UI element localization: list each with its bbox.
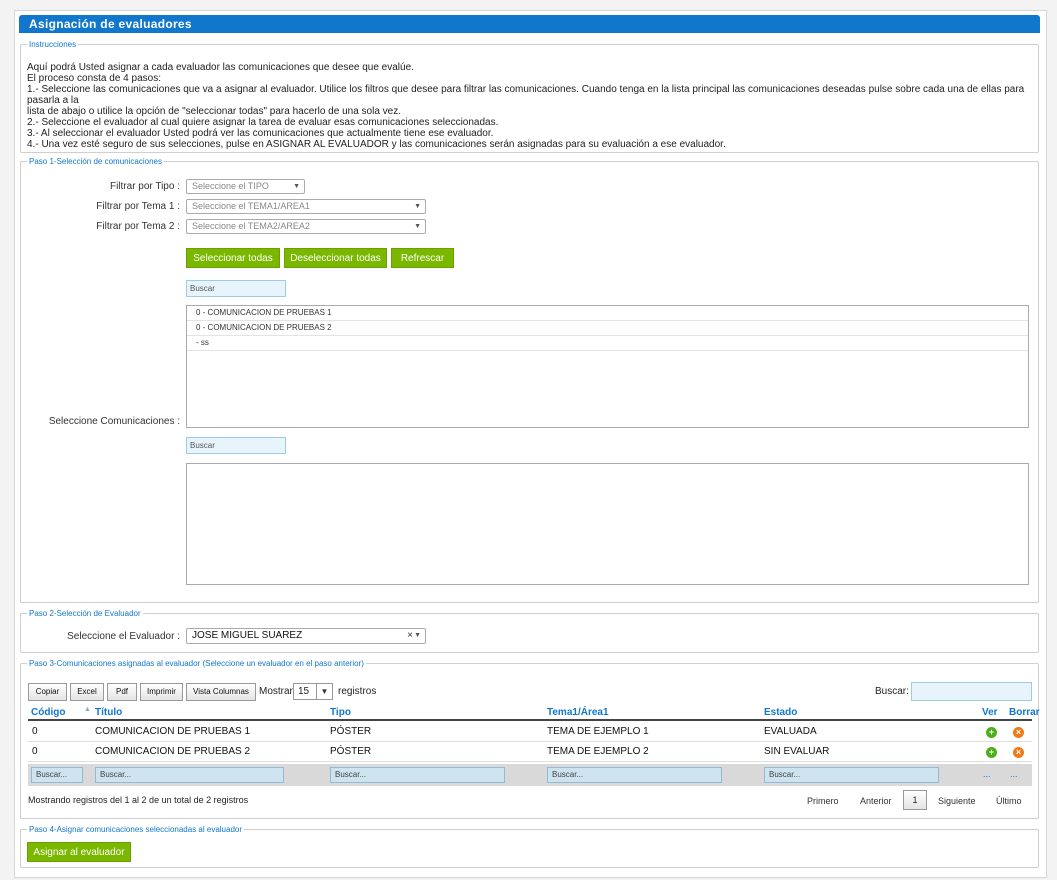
- cell-estado: EVALUADA: [764, 726, 817, 737]
- search-selected-input[interactable]: Buscar: [186, 437, 286, 454]
- evaluator-value: JOSE MIGUEL SUAREZ: [192, 630, 303, 641]
- filter-tipo-select[interactable]: Seleccione el TIPO ▼: [186, 179, 305, 194]
- filter-tema2-value: Seleccione el TEMA2/AREA2: [192, 221, 310, 231]
- table-info: Mostrando registros del 1 al 2 de un tot…: [28, 795, 249, 805]
- dropdown-arrow-icon: ▼: [414, 632, 421, 639]
- filter-tipo-input[interactable]: Buscar...: [330, 767, 505, 783]
- instruction-line: El proceso consta de 4 pasos:: [27, 73, 161, 84]
- assign-evaluator-button[interactable]: Asignar al evaluador: [27, 842, 131, 862]
- col-ver: Ver: [982, 707, 998, 718]
- cell-tema1: TEMA DE EJEMPLO 1: [547, 726, 649, 737]
- table-search-input[interactable]: [911, 682, 1032, 701]
- instruction-line: 4.- Una vez esté seguro de sus seleccion…: [27, 139, 726, 150]
- select-all-button[interactable]: Seleccionar todas: [186, 248, 280, 268]
- sort-asc-icon[interactable]: ▲: [84, 706, 91, 713]
- instruction-line: 2.- Seleccione el evaluador al cual quie…: [27, 117, 499, 128]
- page-size-value: 15: [298, 686, 310, 697]
- current-page-button[interactable]: 1: [903, 790, 927, 810]
- list-item[interactable]: 0 - COMUNICACION DE PRUEBAS 1: [187, 306, 1028, 321]
- filter-tema1-label: Filtrar por Tema 1 :: [96, 201, 180, 212]
- selected-communications-list[interactable]: [186, 463, 1029, 585]
- cell-tipo: PÓSTER: [330, 726, 372, 737]
- print-button[interactable]: Imprimir: [140, 683, 183, 701]
- search-communications-input[interactable]: Buscar: [186, 280, 286, 297]
- evaluator-label: Seleccione el Evaluador :: [67, 631, 180, 642]
- col-codigo[interactable]: Código: [31, 706, 65, 720]
- instructions-text: Aquí podrá Usted asignar a cada evaluado…: [27, 62, 1035, 150]
- copy-button[interactable]: Copiar: [28, 683, 67, 701]
- instructions-legend: Instrucciones: [29, 40, 77, 49]
- cell-titulo: COMUNICACION DE PRUEBAS 1: [95, 726, 251, 737]
- step4-legend: Paso 4-Asignar comunicaciones selecciona…: [29, 825, 243, 834]
- filter-tema1-value: Seleccione el TEMA1/AREA1: [192, 201, 310, 211]
- cell-tipo: PÓSTER: [330, 746, 372, 757]
- refresh-button[interactable]: Refrescar: [391, 248, 454, 268]
- list-item[interactable]: - ss: [187, 336, 1028, 351]
- dropdown-arrow-icon: ▼: [414, 223, 421, 230]
- search-label: Buscar:: [875, 686, 909, 697]
- filter-codigo-input[interactable]: Buscar...: [31, 767, 83, 783]
- borrar-ellipsis: ...: [1010, 769, 1018, 779]
- evaluator-select[interactable]: JOSE MIGUEL SUAREZ × ▼: [186, 628, 426, 644]
- cell-titulo: COMUNICACION DE PRUEBAS 2: [95, 746, 251, 757]
- clear-icon[interactable]: ×: [407, 629, 413, 642]
- add-icon[interactable]: +: [986, 727, 997, 738]
- ver-ellipsis: ...: [983, 769, 991, 779]
- filter-estado-input[interactable]: Buscar...: [764, 767, 939, 783]
- cell-estado: SIN EVALUAR: [764, 746, 830, 757]
- col-titulo[interactable]: Título: [95, 706, 122, 720]
- step1-legend: Paso 1-Selección de comunicaciones: [29, 157, 162, 166]
- show-label: Mostrar: [259, 686, 293, 697]
- column-visibility-button[interactable]: Vista Columnas: [186, 683, 256, 701]
- table-header: [28, 705, 1032, 721]
- col-tema1[interactable]: Tema1/Área1: [547, 706, 609, 720]
- prev-page-link[interactable]: Anterior: [860, 795, 892, 807]
- col-estado[interactable]: Estado: [764, 706, 797, 720]
- page-size-select[interactable]: 15 ▼: [293, 683, 333, 700]
- next-page-link[interactable]: Siguiente: [938, 795, 976, 807]
- dropdown-arrow-icon: ▼: [414, 203, 421, 210]
- delete-icon[interactable]: ×: [1013, 727, 1024, 738]
- col-borrar: Borrar: [1009, 707, 1040, 718]
- instruction-line: 3.- Al seleccionar el evaluador Usted po…: [27, 128, 494, 139]
- last-page-link[interactable]: Último: [996, 795, 1022, 807]
- deselect-all-button[interactable]: Deseleccionar todas: [284, 248, 387, 268]
- excel-button[interactable]: Excel: [70, 683, 104, 701]
- select-communications-label: Seleccione Comunicaciones :: [48, 416, 180, 427]
- instruction-line: 1.- Seleccione las comunicaciones que va…: [27, 84, 1025, 106]
- step2-legend: Paso 2-Selección de Evaluador: [29, 609, 141, 618]
- cell-tema1: TEMA DE EJEMPLO 2: [547, 746, 649, 757]
- filter-tema2-label: Filtrar por Tema 2 :: [96, 221, 180, 232]
- chevron-down-icon: ▼: [316, 684, 332, 699]
- filter-tipo-value: Seleccione el TIPO: [192, 181, 269, 191]
- add-icon[interactable]: +: [986, 747, 997, 758]
- pdf-button[interactable]: Pdf: [107, 683, 137, 701]
- instruction-line: Aquí podrá Usted asignar a cada evaluado…: [27, 62, 414, 73]
- filter-tema1-input[interactable]: Buscar...: [547, 767, 722, 783]
- dropdown-arrow-icon: ▼: [293, 183, 300, 190]
- records-label: registros: [338, 686, 377, 697]
- page-title: Asignación de evaluadores: [19, 15, 1040, 33]
- cell-codigo: 0: [32, 746, 38, 757]
- filter-titulo-input[interactable]: Buscar...: [95, 767, 284, 783]
- step3-legend: Paso 3-Comunicaciones asignadas al evalu…: [29, 659, 364, 668]
- list-item[interactable]: 0 - COMUNICACION DE PRUEBAS 2: [187, 321, 1028, 336]
- filter-tema1-select[interactable]: Seleccione el TEMA1/AREA1 ▼: [186, 199, 426, 214]
- communications-list[interactable]: 0 - COMUNICACION DE PRUEBAS 1 0 - COMUNI…: [186, 305, 1029, 428]
- step4-fieldset: Paso 4-Asignar comunicaciones selecciona…: [20, 825, 1039, 868]
- cell-codigo: 0: [32, 726, 38, 737]
- col-tipo[interactable]: Tipo: [330, 706, 351, 720]
- first-page-link[interactable]: Primero: [807, 795, 839, 807]
- instruction-line: lista de abajo o utilice la opción de "s…: [27, 106, 401, 117]
- filter-tema2-select[interactable]: Seleccione el TEMA2/AREA2 ▼: [186, 219, 426, 234]
- delete-icon[interactable]: ×: [1013, 747, 1024, 758]
- filter-tipo-label: Filtrar por Tipo :: [109, 181, 180, 192]
